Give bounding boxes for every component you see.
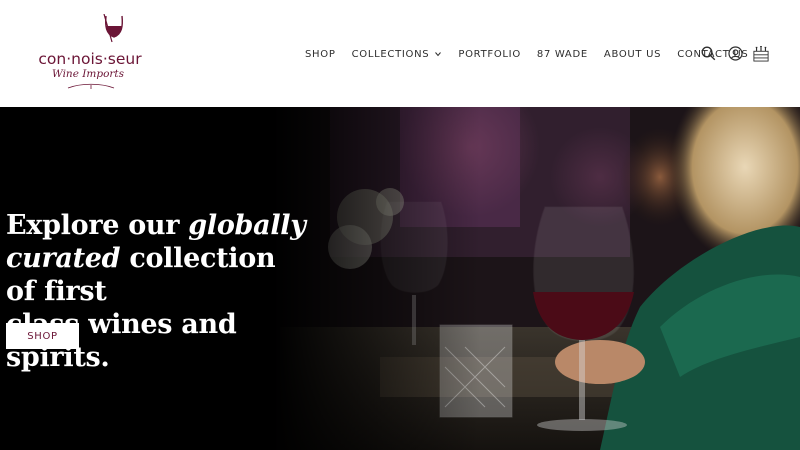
hero-text-italic: globally (188, 210, 306, 241)
account-icon (727, 45, 743, 61)
hero-shop-button[interactable]: SHOP (6, 323, 79, 349)
hero-banner: Explore our globally curated collection … (0, 107, 800, 450)
search-button[interactable] (700, 44, 716, 62)
logo-swoosh (67, 83, 115, 89)
nav-item-collections[interactable]: COLLECTIONS (352, 49, 443, 60)
main-nav: SHOP COLLECTIONS PORTFOLIO 87 WADE ABOUT… (305, 46, 748, 62)
account-button[interactable] (727, 44, 743, 62)
wine-glass-logo-icon (103, 14, 123, 43)
chevron-down-icon (435, 52, 442, 57)
search-icon (701, 46, 715, 60)
site-header: con·nois·seur Wine Imports SHOP COLLECTI… (0, 0, 800, 107)
nav-item-87-wade[interactable]: 87 WADE (537, 49, 588, 60)
header-icons (700, 44, 769, 62)
hero-text-part: Explore our (6, 210, 189, 241)
brand-logo[interactable]: con·nois·seur Wine Imports (28, 14, 148, 94)
nav-item-about-us[interactable]: ABOUT US (604, 49, 661, 60)
nav-label: PORTFOLIO (458, 48, 521, 60)
nav-item-portfolio[interactable]: PORTFOLIO (458, 49, 521, 60)
nav-label: ABOUT US (603, 48, 662, 60)
nav-label: SHOP (305, 48, 336, 60)
brand-tagline: Wine Imports (51, 68, 125, 80)
cart-button[interactable] (753, 44, 769, 62)
nav-item-shop[interactable]: SHOP (305, 49, 336, 60)
hero-headline: Explore our globally curated collection … (6, 209, 306, 374)
cart-icon (753, 45, 769, 62)
hero-text-italic: curated (6, 243, 121, 274)
nav-label: COLLECTIONS (351, 48, 430, 60)
nav-label: 87 WADE (536, 48, 588, 60)
brand-name: con·nois·seur (38, 50, 142, 68)
